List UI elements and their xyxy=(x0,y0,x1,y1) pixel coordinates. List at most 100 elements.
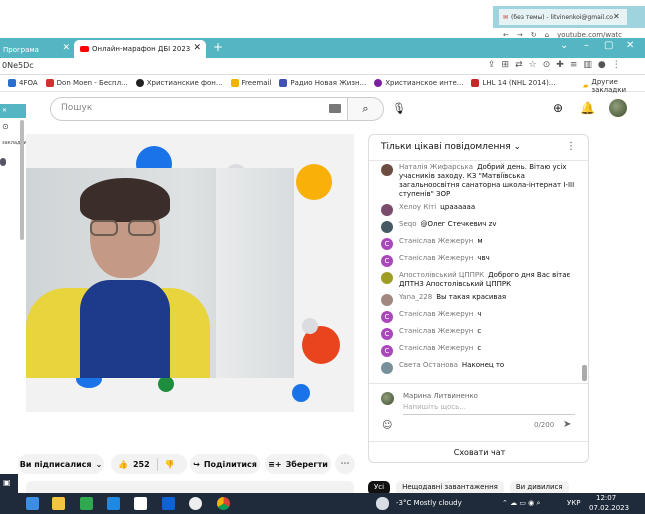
chat-menu-icon[interactable]: ⋮ xyxy=(566,141,576,152)
translate-icon[interactable]: ⇄ xyxy=(515,60,523,70)
chrome-icon[interactable] xyxy=(217,497,230,510)
profile-icon[interactable]: ● xyxy=(598,60,606,70)
dislike-button[interactable]: 👎 xyxy=(165,460,175,469)
chat-message[interactable]: Наталія Жифарська Добрий день. Вітаю усіх… xyxy=(369,161,585,201)
chat-author-name[interactable]: Станіслав Жежерун xyxy=(399,254,473,262)
pin-icon[interactable]: ⊙ xyxy=(543,60,551,70)
chat-author-name[interactable]: Наталія Жифарська xyxy=(399,163,473,171)
search-input[interactable]: Пошук xyxy=(50,97,348,121)
bg-tab-close-icon[interactable]: ✕ xyxy=(613,12,620,21)
left-window-scrollbar[interactable] xyxy=(20,120,24,240)
chat-author-avatar[interactable]: С xyxy=(381,345,393,357)
chat-author-name[interactable]: Станіслав Жежерун xyxy=(399,237,473,245)
bookmark-item[interactable]: Радио Новая Жизн... xyxy=(279,79,366,87)
chat-author-avatar[interactable]: С xyxy=(381,255,393,267)
bookmark-item[interactable]: Don Moen - Беспл... xyxy=(45,79,128,87)
share-page-icon[interactable]: ⇪ xyxy=(488,60,496,70)
app-green-icon[interactable] xyxy=(80,497,93,510)
file-explorer-icon[interactable] xyxy=(52,497,65,510)
extension-icon[interactable]: ⊞ xyxy=(502,60,510,70)
left-taskbar-icon[interactable]: ▣ xyxy=(0,474,18,493)
notifications-bell-icon[interactable]: 🔔 xyxy=(580,101,595,115)
chat-message[interactable]: С Станіслав Жежерун с xyxy=(369,325,585,342)
maximize-icon[interactable]: ▢ xyxy=(604,40,613,51)
chat-message[interactable]: Апостолівський ЦППРК Доброго дня Вас віта… xyxy=(369,269,585,291)
like-button[interactable]: 👍 252 xyxy=(111,460,150,469)
chat-header[interactable]: Тільки цікаві повідомлення ⌄ xyxy=(369,135,588,161)
media-player-icon[interactable] xyxy=(189,497,202,510)
start-icon[interactable] xyxy=(26,497,39,510)
microphone-icon[interactable]: 🎙 xyxy=(392,102,406,115)
bg-tab[interactable]: ✉ (без темы) - litvinenkoi@gmail.co xyxy=(499,9,627,25)
mail-app-icon[interactable] xyxy=(107,497,120,510)
chat-author-name[interactable]: Станіслав Жежерун xyxy=(399,344,473,352)
chat-author-avatar[interactable]: С xyxy=(381,311,393,323)
send-icon[interactable]: ➤ xyxy=(563,419,571,430)
chat-message[interactable]: Seqo @Олег Стечкевич zv xyxy=(369,218,585,235)
bookmark-item[interactable]: 4FOA xyxy=(8,79,38,87)
close-tab-icon[interactable]: ✕ xyxy=(193,43,201,53)
bookmark-item[interactable]: Христианские фон... xyxy=(135,79,223,87)
more-actions-button[interactable]: ⋯ xyxy=(335,454,355,474)
tab-marathon[interactable]: Онлайн-марафон ДБІ 2023 ✕ xyxy=(74,40,206,58)
clock-time[interactable]: 12:07 xyxy=(596,494,616,502)
search-button[interactable]: ⌕ xyxy=(348,97,384,121)
chat-author-avatar[interactable] xyxy=(381,362,393,374)
chat-input[interactable]: Напишіть щось... xyxy=(403,403,575,415)
tray-icons[interactable]: ⌃ ☁ ▭ ◉ ⌕ xyxy=(502,499,540,508)
subscribed-button[interactable]: Ви підписалися ⌄ xyxy=(18,454,104,474)
chat-message[interactable]: С Станіслав Жежерун чвч xyxy=(369,252,585,269)
reading-list-icon[interactable]: ≡ xyxy=(570,60,578,70)
chat-message[interactable]: Света Останова Наконец то xyxy=(369,359,585,376)
chat-scrollbar[interactable] xyxy=(582,365,587,381)
bookmark-item[interactable]: Freemail xyxy=(230,79,271,87)
chat-author-name[interactable]: Станіслав Жежерун xyxy=(399,310,473,318)
description-box[interactable] xyxy=(26,481,354,493)
clock-date[interactable]: 07.02.2023 xyxy=(589,504,629,512)
tab-programa[interactable]: Програма ✕ xyxy=(0,41,74,58)
chat-author-avatar[interactable] xyxy=(381,272,393,284)
chat-author-name[interactable]: Станіслав Жежерун xyxy=(399,327,473,335)
side-panel-icon[interactable]: ▥ xyxy=(583,60,592,70)
address-bar[interactable]: 0Ne5Dc ⇪ ⊞ ⇄ ☆ ⊙ ✚ ≡ ▥ ● ⋮ xyxy=(0,58,645,75)
chat-author-avatar[interactable]: С xyxy=(381,238,393,250)
keyboard-icon[interactable] xyxy=(329,104,341,113)
save-button[interactable]: ≡+ Зберегти xyxy=(265,454,331,474)
video-player[interactable] xyxy=(26,134,354,412)
tab-search-icon[interactable]: ⌄ xyxy=(560,40,568,51)
chat-message[interactable]: Yana_228 Вы такая красивая xyxy=(369,291,585,308)
chat-author-name[interactable]: Света Останова xyxy=(399,361,458,369)
chat-author-avatar[interactable] xyxy=(381,221,393,233)
close-tab-icon[interactable]: ✕ xyxy=(62,43,70,53)
new-tab-icon[interactable]: + xyxy=(213,40,223,54)
hide-chat-button[interactable]: Сховати чат xyxy=(369,441,588,462)
chat-message[interactable]: С Станіслав Жежерун ч xyxy=(369,308,585,325)
chat-message[interactable]: Хелоу Кітi цраааааа xyxy=(369,201,585,218)
chat-author-avatar[interactable] xyxy=(381,164,393,176)
chat-author-name[interactable]: Seqo xyxy=(399,220,416,228)
menu-icon[interactable]: ⋮ xyxy=(612,60,621,70)
amazon-icon[interactable] xyxy=(134,497,147,510)
language-indicator[interactable]: УКР xyxy=(567,499,580,507)
other-bookmarks[interactable]: ▰ Другие закладки xyxy=(583,78,645,94)
minimize-icon[interactable]: – xyxy=(584,40,589,51)
create-video-icon[interactable]: ⊕ xyxy=(553,101,563,115)
close-window-icon[interactable]: ✕ xyxy=(626,40,634,51)
chat-author-avatar[interactable] xyxy=(381,294,393,306)
bookmark-item[interactable]: Христианское инте... xyxy=(374,79,463,87)
puzzle-icon[interactable]: ✚ xyxy=(556,60,564,70)
bookmark-item[interactable]: LHL 14 (NHL 2014)... xyxy=(471,79,555,87)
emoji-icon[interactable]: ☺ xyxy=(382,420,392,431)
bookmark-star-icon[interactable]: ☆ xyxy=(529,60,537,70)
chat-author-name[interactable]: Yana_228 xyxy=(399,293,432,301)
chat-author-name[interactable]: Апостолівський ЦППРК xyxy=(399,271,484,279)
dropbox-icon[interactable] xyxy=(162,497,175,510)
share-button[interactable]: ↪ Поділитися xyxy=(190,454,260,474)
avatar[interactable] xyxy=(609,99,627,117)
chat-author-avatar[interactable]: С xyxy=(381,328,393,340)
chat-message[interactable]: С Станіслав Жежерун с xyxy=(369,342,585,359)
chat-author-avatar[interactable] xyxy=(381,204,393,216)
chat-author-name[interactable]: Хелоу Кітi xyxy=(399,203,436,211)
chat-message[interactable]: С Станіслав Жежерун м xyxy=(369,235,585,252)
weather-text[interactable]: -3°C Mostly cloudy xyxy=(396,499,462,507)
